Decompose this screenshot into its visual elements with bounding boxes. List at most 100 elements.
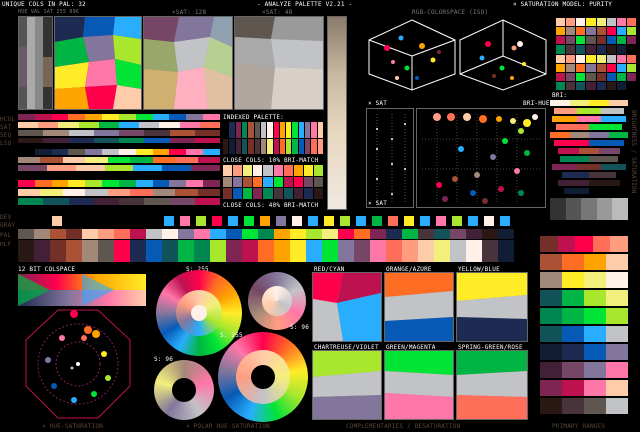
bri-label: BRI: — [552, 92, 568, 99]
strip-2 — [18, 122, 221, 128]
bri-row-11 — [558, 180, 620, 186]
hue-strips-panel — [18, 114, 221, 210]
vertical-bars-panel — [18, 16, 53, 110]
unique-cols-label: UNIQUE COLS IN PAL: 32 — [2, 1, 86, 8]
tag-dev: DEV — [0, 214, 12, 221]
rgb-cube-left — [367, 18, 457, 92]
saturation-model-label[interactable]: × SATURATION MODEL: PURITY — [513, 1, 612, 8]
colspace-12bit-svg — [18, 274, 146, 306]
palette-grid-top — [556, 18, 636, 90]
xsat-128-label: ×SAT: 128 — [172, 9, 207, 16]
comp-orange-azure-svg — [385, 273, 453, 341]
rgb-cube-right-svg — [459, 19, 547, 91]
tag-hcol: HCOL — [0, 116, 16, 123]
range-blue — [540, 344, 628, 360]
voronoi-panel-full — [54, 16, 142, 110]
comp-spring-rose-svg — [457, 351, 527, 419]
comp-red-cyan-svg — [313, 273, 381, 341]
strip-8 — [18, 180, 220, 187]
voronoi-full-svg — [55, 17, 141, 109]
tag-lsq: LSQ — [0, 140, 12, 147]
range-chartreuse — [540, 290, 628, 306]
range-green — [540, 308, 628, 324]
bri-row-2 — [554, 108, 624, 114]
rgb-cube-right — [458, 18, 548, 92]
range-yellow — [540, 272, 628, 288]
xsat-48-label: ×SAT: 48 — [262, 9, 293, 16]
tag-pal: PAL — [0, 232, 12, 239]
footer-complementaries: COMPLEMENTARIES / DESATURATION — [346, 423, 461, 430]
palette-band-2 — [18, 240, 530, 262]
polar-wheel-small-2-hole — [172, 378, 196, 402]
sat-scatter-svg — [376, 114, 406, 204]
palette-band-1 — [18, 229, 530, 239]
strip-4 — [18, 138, 220, 143]
sat-scatter-panel — [366, 108, 414, 208]
primary-ranges-panel — [540, 236, 628, 418]
strip-1 — [18, 114, 220, 120]
comp-green-magenta — [384, 350, 454, 420]
bri-gray-ramp — [550, 198, 628, 220]
tag-sat: SAT — [0, 124, 12, 131]
s96-label-a: S: 96 — [290, 324, 310, 331]
brightness-strip — [328, 17, 346, 209]
tag-hlf: HLF — [0, 241, 12, 248]
comp-yellow-blue — [456, 272, 528, 342]
x-sat-label-2: × SAT — [368, 200, 388, 207]
vertical-bars-svg — [19, 17, 52, 109]
bri-row-6 — [554, 140, 624, 146]
vertical-gradient-strip — [327, 16, 347, 210]
comp-chartreuse-violet — [312, 350, 382, 420]
bri-row-8 — [560, 156, 618, 162]
voronoi-panel-sat128 — [143, 16, 233, 110]
comp-yellow-blue-svg — [457, 273, 527, 341]
footer-hue-sat: × HUE-SATURATION — [42, 423, 103, 430]
comp-orange-azure — [384, 272, 454, 342]
bri-hue-scatter-svg — [422, 113, 542, 204]
bri-row-4 — [556, 124, 622, 130]
range-cyan — [540, 326, 628, 342]
close-cols-10-label: CLOSE COLS: 10% BRI-MATCH — [223, 157, 319, 164]
bri-hue-label: BRI-HUE — [523, 100, 550, 107]
comp-green-magenta-svg — [385, 351, 453, 419]
x-sat-label: × SAT — [368, 100, 388, 107]
bri-row-7 — [558, 148, 621, 154]
app-title: - ANALYZE PALETTE V2.21 - — [257, 1, 353, 8]
polar-wheel-small-center — [262, 286, 292, 316]
hue-sat-octagon-svg — [25, 309, 131, 419]
palette-chip-row — [52, 214, 532, 226]
tag-seq: SEQ — [0, 132, 12, 139]
tag-gray: GRAY — [0, 222, 16, 229]
colspace-12bit-panel — [18, 274, 146, 306]
voronoi-panel-sat48 — [234, 16, 324, 110]
polar-wheel-large-2-hole — [251, 365, 275, 389]
bri-row-9 — [552, 164, 627, 170]
bri-bars-panel — [550, 100, 628, 224]
comp-red-cyan — [312, 272, 382, 342]
bri-row-1 — [550, 100, 628, 106]
range-magenta — [540, 380, 628, 396]
strip-10 — [18, 198, 220, 205]
comp-spring-rose — [456, 350, 528, 420]
range-orange — [540, 254, 628, 270]
left-top-small-label: HUE VAL SAT 255 096 — [18, 9, 79, 15]
footer-primary-ranges: PRIMARY RANGES — [552, 423, 606, 430]
right-vertical-label: BRIGHTNESS / SATURATION — [630, 110, 637, 194]
voronoi-sat128-svg — [144, 17, 232, 109]
palette-chip-svg — [52, 216, 510, 226]
rgb-cube-left-svg — [368, 19, 456, 91]
strip-5 — [18, 149, 220, 155]
comp-chartreuse-violet-svg — [313, 351, 381, 419]
strip-9 — [18, 189, 220, 196]
polar-wheel-large-core — [191, 305, 207, 321]
range-violet — [540, 362, 628, 378]
rgb-colorspace-label: RGB-COLORSPACE (ISO) — [412, 9, 489, 16]
bri-row-10 — [562, 172, 616, 178]
strip-6 — [18, 157, 220, 163]
bri-row-5 — [550, 132, 628, 138]
strip-7 — [18, 165, 221, 171]
strip-3 — [18, 130, 220, 136]
close-cols-40-label: CLOSE COLS: 40% BRI-MATCH — [223, 202, 319, 209]
range-red — [540, 236, 628, 252]
range-gray — [540, 398, 628, 414]
